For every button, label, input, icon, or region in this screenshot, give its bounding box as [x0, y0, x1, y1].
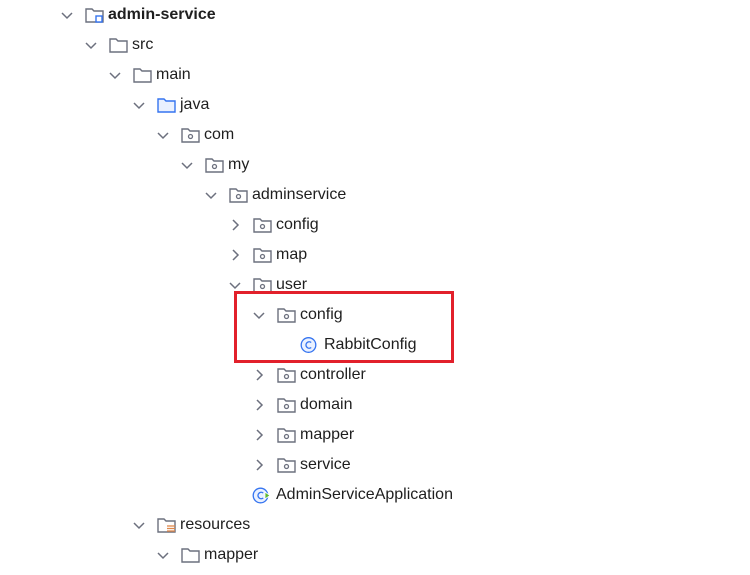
tree-item-label: com: [204, 126, 235, 143]
tree-item-label: domain: [300, 396, 353, 413]
tree-item-resources[interactable]: resources: [132, 510, 250, 540]
tree-item-label: java: [180, 96, 210, 113]
tree-item-label: my: [228, 156, 250, 173]
chevron-right-icon[interactable]: [252, 450, 266, 480]
chevron-right-icon[interactable]: [228, 210, 242, 240]
package-icon: [276, 360, 298, 390]
tree-item-my[interactable]: my: [180, 150, 249, 180]
project-tree: admin-service src main java com my admin…: [0, 0, 750, 575]
tree-item-label: admin-service: [108, 6, 216, 23]
tree-item-admin-service[interactable]: admin-service: [60, 0, 216, 30]
folder-icon: [108, 30, 130, 60]
tree-item-label: map: [276, 246, 308, 263]
tree-item-label: config: [276, 216, 319, 233]
package-icon: [180, 120, 202, 150]
tree-item-adminservice[interactable]: adminservice: [204, 180, 346, 210]
chevron-down-icon[interactable]: [132, 510, 146, 540]
tree-item-com[interactable]: com: [156, 120, 234, 150]
tree-item-domain[interactable]: domain: [252, 390, 352, 420]
chevron-down-icon[interactable]: [156, 540, 170, 570]
module-folder-icon: [84, 0, 106, 30]
chevron-down-icon[interactable]: [132, 90, 146, 120]
folder-icon: [180, 540, 202, 570]
tree-item-label: adminservice: [252, 186, 347, 203]
tree-item-label: src: [132, 36, 154, 53]
chevron-down-icon[interactable]: [180, 150, 194, 180]
package-icon: [276, 450, 298, 480]
chevron-down-icon[interactable]: [204, 180, 218, 210]
source-folder-icon: [156, 90, 178, 120]
tree-item-resources-mapper[interactable]: mapper: [156, 540, 258, 570]
chevron-right-icon[interactable]: [252, 420, 266, 450]
tree-item-label: resources: [180, 516, 251, 533]
chevron-down-icon[interactable]: [156, 120, 170, 150]
spring-boot-app-icon: [252, 480, 274, 510]
tree-item-src[interactable]: src: [84, 30, 153, 60]
tree-item-java[interactable]: java: [132, 90, 209, 120]
package-icon: [228, 180, 250, 210]
tree-item-adminserviceapplication[interactable]: AdminServiceApplication: [252, 480, 453, 510]
tree-item-main[interactable]: main: [108, 60, 191, 90]
tree-item-map[interactable]: map: [228, 240, 307, 270]
tree-item-label: controller: [300, 366, 366, 383]
resources-folder-icon: [156, 510, 178, 540]
package-icon: [252, 210, 274, 240]
chevron-down-icon[interactable]: [84, 30, 98, 60]
tree-item-label: mapper: [204, 546, 259, 563]
package-icon: [204, 150, 226, 180]
package-icon: [276, 420, 298, 450]
chevron-right-icon[interactable]: [252, 390, 266, 420]
chevron-down-icon[interactable]: [60, 0, 74, 30]
tree-item-label: AdminServiceApplication: [276, 486, 453, 503]
folder-icon: [132, 60, 154, 90]
tree-item-label: main: [156, 66, 191, 83]
chevron-right-icon[interactable]: [228, 240, 242, 270]
package-icon: [276, 390, 298, 420]
chevron-right-icon[interactable]: [252, 360, 266, 390]
tree-item-label: mapper: [300, 426, 355, 443]
tree-item-mapper[interactable]: mapper: [252, 420, 354, 450]
tree-item-service[interactable]: service: [252, 450, 351, 480]
tree-item-config[interactable]: config: [228, 210, 319, 240]
tree-item-controller[interactable]: controller: [252, 360, 366, 390]
tree-item-label: service: [300, 456, 351, 473]
highlight-box: [234, 291, 454, 363]
package-icon: [252, 240, 274, 270]
chevron-down-icon[interactable]: [108, 60, 122, 90]
